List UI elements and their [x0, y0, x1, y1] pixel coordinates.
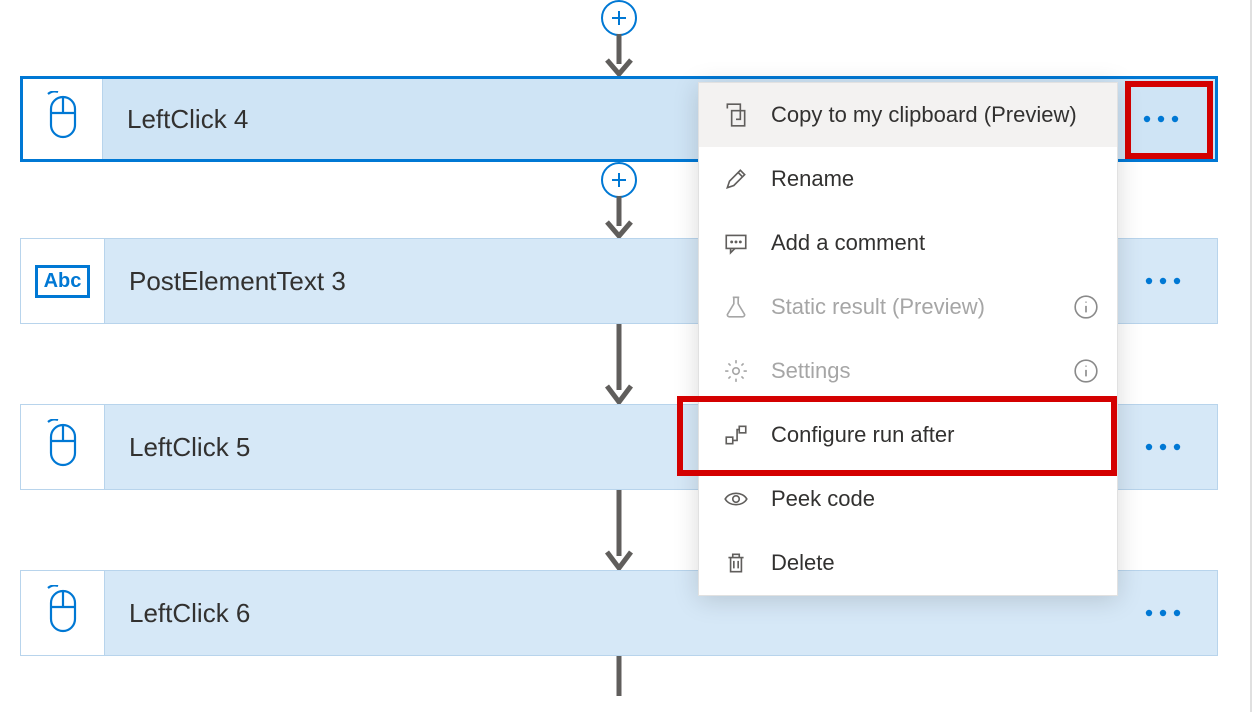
menu-label: Peek code [771, 486, 875, 512]
mouse-icon [23, 79, 103, 159]
step-title: PostElementText 3 [105, 266, 346, 297]
menu-label: Static result (Preview) [771, 294, 985, 320]
arrow-down-icon [604, 324, 634, 404]
menu-label: Delete [771, 550, 835, 576]
comment-icon [723, 230, 749, 256]
flask-icon [723, 294, 749, 320]
menu-delete[interactable]: Delete [699, 531, 1117, 595]
step-title: LeftClick 4 [103, 104, 248, 135]
menu-label: Settings [771, 358, 851, 384]
pencil-icon [723, 166, 749, 192]
info-icon[interactable] [1073, 294, 1099, 320]
arrow-down-icon [604, 490, 634, 570]
menu-static-result: Static result (Preview) [699, 275, 1117, 339]
abc-icon: Abc [21, 239, 105, 323]
step-menu-button[interactable] [1131, 79, 1191, 159]
context-menu: Copy to my clipboard (Preview) Rename Ad… [698, 82, 1118, 596]
arrow-down-icon [604, 196, 634, 238]
menu-label: Add a comment [771, 230, 925, 256]
add-step-button[interactable] [601, 162, 637, 198]
step-title: LeftClick 6 [105, 598, 250, 629]
menu-peek-code[interactable]: Peek code [699, 467, 1117, 531]
step-menu-button[interactable] [1133, 571, 1193, 655]
trash-icon [723, 550, 749, 576]
run-after-icon [723, 422, 749, 448]
mouse-icon [21, 405, 105, 489]
menu-add-comment[interactable]: Add a comment [699, 211, 1117, 275]
step-title: LeftClick 5 [105, 432, 250, 463]
menu-label: Configure run after [771, 422, 954, 448]
menu-run-after[interactable]: Configure run after [699, 403, 1117, 467]
step-menu-button[interactable] [1133, 239, 1193, 323]
menu-settings: Settings [699, 339, 1117, 403]
add-step-button[interactable] [601, 0, 637, 36]
menu-label: Copy to my clipboard (Preview) [771, 102, 1077, 128]
eye-icon [723, 486, 749, 512]
info-icon[interactable] [1073, 358, 1099, 384]
step-menu-button[interactable] [1133, 405, 1193, 489]
arrow-down-icon [604, 34, 634, 76]
copy-icon [723, 102, 749, 128]
mouse-icon [21, 571, 105, 655]
gear-icon [723, 358, 749, 384]
menu-label: Rename [771, 166, 854, 192]
arrow-down-icon [604, 656, 634, 696]
menu-copy[interactable]: Copy to my clipboard (Preview) [699, 83, 1117, 147]
menu-rename[interactable]: Rename [699, 147, 1117, 211]
